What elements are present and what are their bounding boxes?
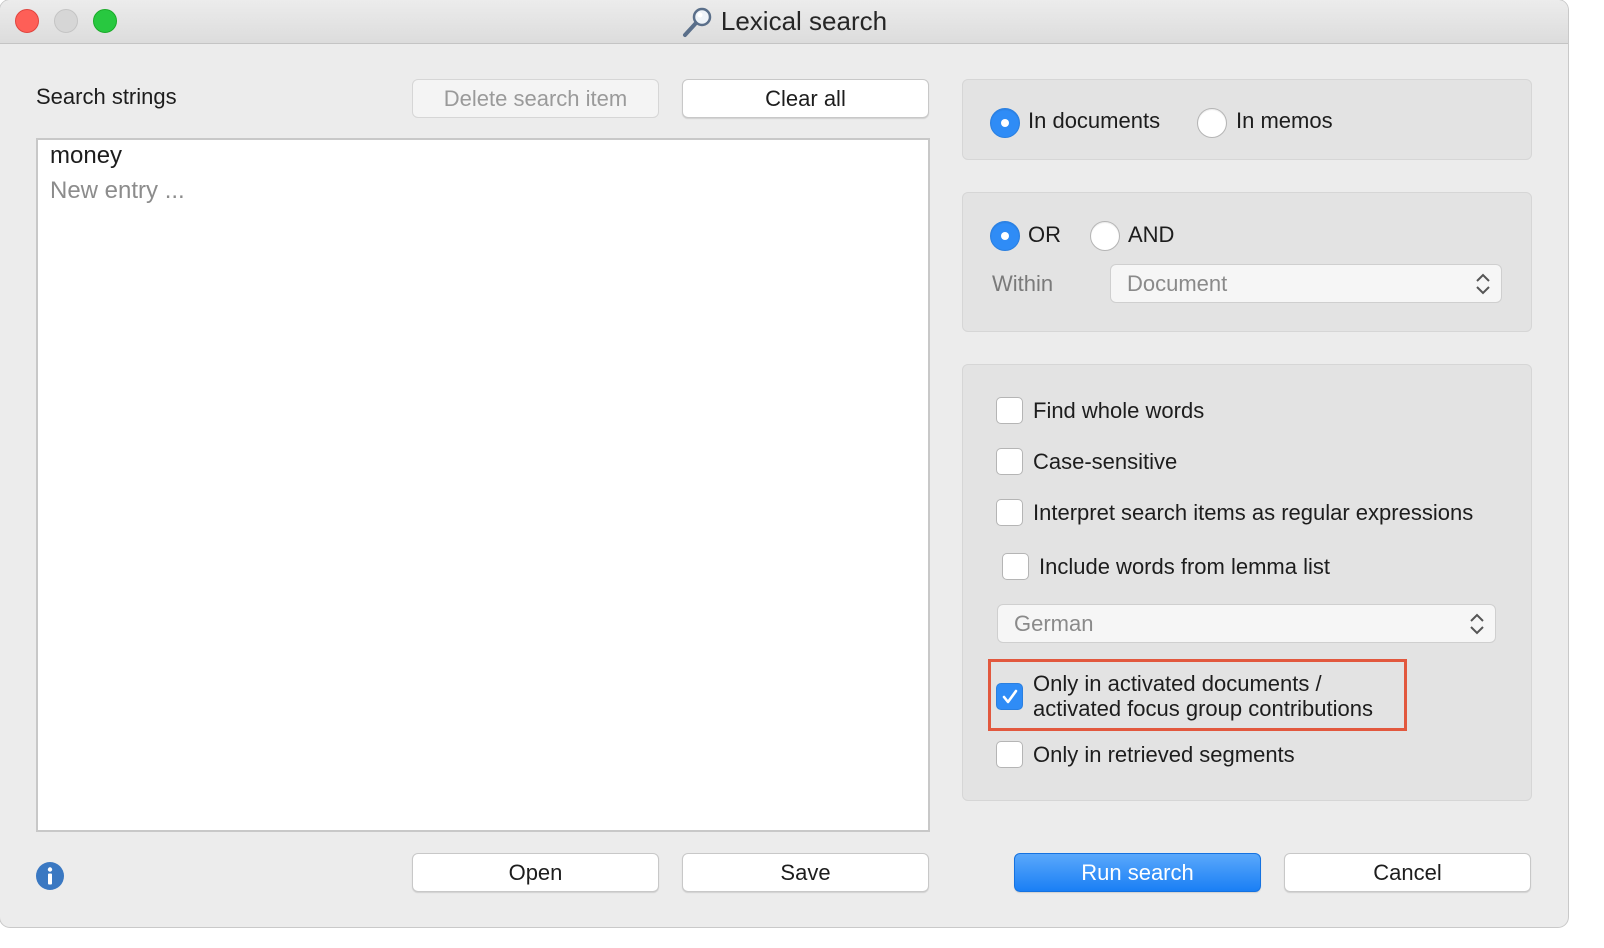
info-icon[interactable] [35,861,65,891]
lexical-search-dialog: Lexical search Search strings Delete sea… [0,0,1568,927]
options-group [962,364,1532,801]
activated-documents-label-line2[interactable]: activated focus group contributions [1033,696,1373,722]
updown-chevron-icon [1470,613,1484,635]
magnifier-icon [682,7,712,37]
and-label[interactable]: AND [1128,222,1174,248]
delete-search-item-button[interactable]: Delete search item [412,79,659,118]
language-select[interactable]: German [997,604,1496,643]
search-strings-list[interactable]: money New entry ... [36,138,930,832]
new-entry-placeholder[interactable]: New entry ... [50,177,185,205]
within-label: Within [992,271,1054,296]
checkmark-icon [1002,689,1018,704]
radio-or[interactable] [990,221,1020,251]
in-memos-label[interactable]: In memos [1236,108,1333,134]
or-label[interactable]: OR [1028,222,1061,248]
search-strings-label: Search strings [36,84,177,109]
retrieved-segments-label[interactable]: Only in retrieved segments [1033,742,1295,768]
title-group: Lexical search [0,0,1568,43]
find-whole-words-label[interactable]: Find whole words [1033,398,1204,424]
lemma-list-checkbox[interactable] [1002,553,1029,580]
case-sensitive-label[interactable]: Case-sensitive [1033,449,1177,475]
save-button[interactable]: Save [682,853,929,892]
activated-documents-label-line1[interactable]: Only in activated documents / [1033,671,1322,697]
updown-chevron-icon [1476,273,1490,295]
run-search-button[interactable]: Run search [1014,853,1261,892]
clear-all-button[interactable]: Clear all [682,79,929,118]
within-select-value: Document [1127,271,1228,296]
cancel-button[interactable]: Cancel [1284,853,1531,892]
open-button[interactable]: Open [412,853,659,892]
window-title: Lexical search [720,6,888,36]
regex-label[interactable]: Interpret search items as regular expres… [1033,500,1473,526]
radio-in-documents[interactable] [990,108,1020,138]
language-select-value: German [1014,611,1094,636]
activated-documents-checkbox[interactable] [996,683,1023,710]
radio-in-memos[interactable] [1197,108,1227,138]
lemma-list-label[interactable]: Include words from lemma list [1039,554,1330,580]
radio-and[interactable] [1090,221,1120,251]
retrieved-segments-checkbox[interactable] [996,741,1023,768]
title-bar: Lexical search [0,0,1568,44]
find-whole-words-checkbox[interactable] [996,397,1023,424]
within-select[interactable]: Document [1110,264,1502,303]
regex-checkbox[interactable] [996,499,1023,526]
logic-group [962,192,1532,332]
in-documents-label[interactable]: In documents [1028,108,1160,134]
search-entry[interactable]: money [50,142,122,170]
case-sensitive-checkbox[interactable] [996,448,1023,475]
